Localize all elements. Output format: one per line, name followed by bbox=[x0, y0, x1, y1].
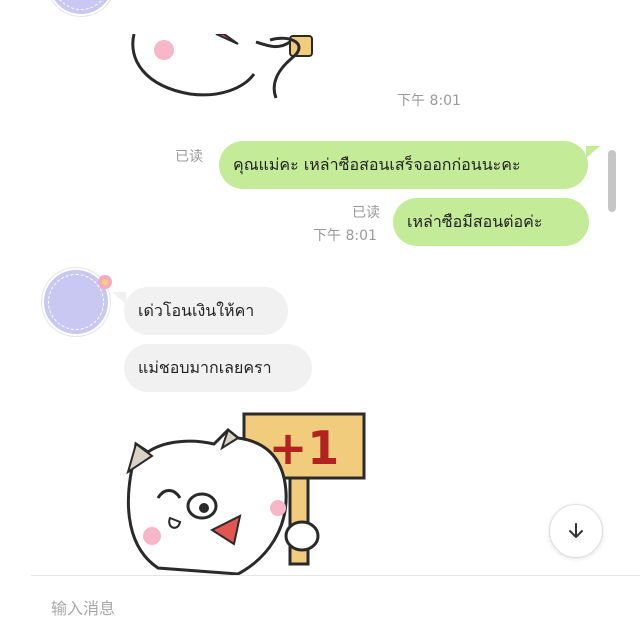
message-timestamp: 下午 8:01 bbox=[397, 93, 461, 109]
avatar-ring bbox=[48, 274, 104, 330]
outgoing-message-bubble[interactable]: คุณแม่คะ เหล่าซือสอนเสร็จออกก่อนนะคะ bbox=[219, 141, 588, 189]
flower-center bbox=[102, 279, 108, 285]
read-receipt: 已读 bbox=[352, 205, 380, 221]
avatar-ring bbox=[53, 0, 109, 10]
outgoing-message-bubble[interactable]: เหล่าซือมีสอนต่อค่ะ bbox=[393, 198, 589, 246]
message-composer bbox=[31, 575, 640, 641]
scrollbar-thumb[interactable] bbox=[608, 150, 616, 212]
incoming-message-bubble[interactable]: แม่ชอบมากเลยครา bbox=[124, 344, 312, 392]
incoming-message-bubble[interactable]: เด่วโอนเงินให้คา bbox=[124, 287, 288, 335]
message-timestamp: 下午 8:01 bbox=[313, 228, 377, 244]
read-receipt: 已读 bbox=[175, 149, 203, 165]
cat-sticker-icon bbox=[131, 34, 313, 99]
message-input[interactable] bbox=[49, 594, 613, 622]
arrow-down-icon bbox=[569, 523, 583, 538]
chat-window: 下午 8:01 已读 คุณแม่คะ เหล่าซือสอนเสร็จออกก… bbox=[0, 0, 640, 575]
bubble-tail bbox=[112, 292, 126, 304]
scroll-to-bottom-button[interactable] bbox=[549, 504, 603, 558]
cat-plus-one-sticker-icon[interactable]: +1 bbox=[118, 408, 370, 575]
contact-avatar-top[interactable] bbox=[47, 0, 115, 16]
bubble-tail bbox=[586, 146, 600, 158]
